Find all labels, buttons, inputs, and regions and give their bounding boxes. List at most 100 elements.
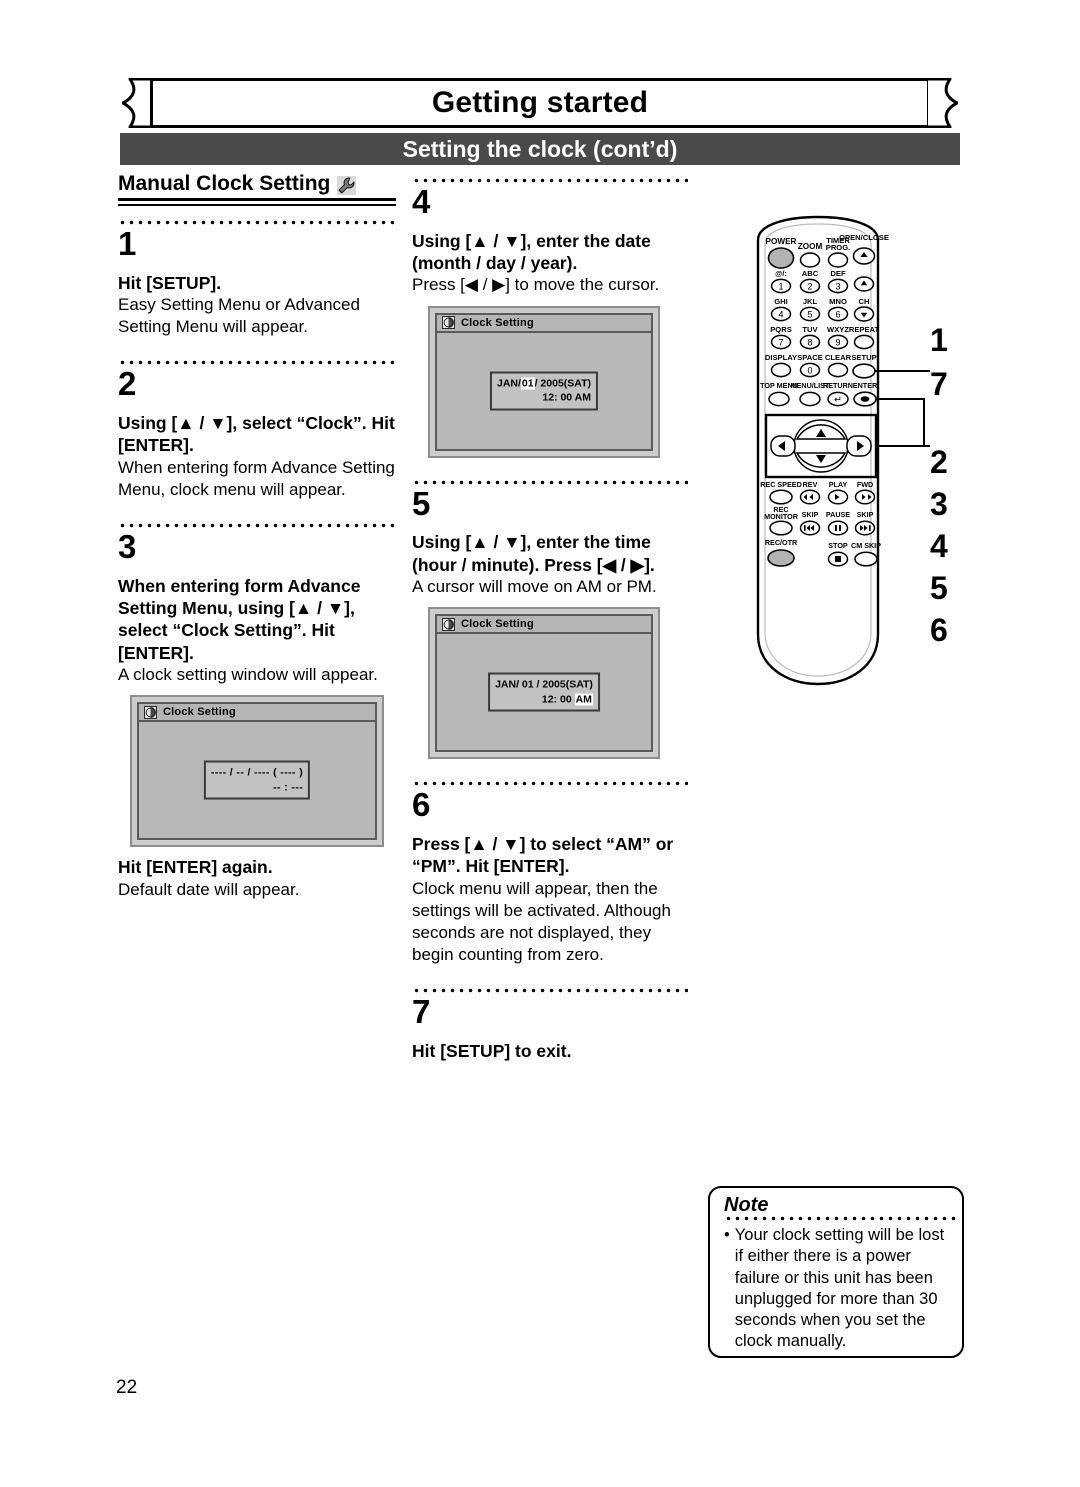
setup-button[interactable] [852, 363, 876, 379]
callout-2: 2 [930, 444, 948, 480]
callout-5: 5 [930, 570, 948, 606]
remote-label-play: PLAY [829, 480, 848, 489]
osd-date-post: / 2005(SAT) [534, 377, 592, 390]
remote-label-recotr: REC/OTR [765, 538, 798, 547]
step-number: 2 [118, 365, 137, 403]
remote-label-def: DEF [830, 269, 846, 278]
step-instruction: When entering form Advance Setting Menu,… [118, 575, 361, 663]
remote-key-3: 3 [835, 281, 840, 291]
osd-time-line: 12: 00 AM [495, 692, 593, 706]
dotted-separator [118, 522, 394, 528]
step-number: 6 [412, 786, 431, 824]
remote-label-stop: STOP [828, 541, 848, 550]
return-arrow-icon: ↵ [834, 395, 842, 406]
osd-date-line: JAN/01/ 2005(SAT) [497, 376, 591, 390]
osd-body: JAN/01/ 2005(SAT) 12: 00 AM [435, 332, 653, 451]
step-number: 5 [412, 484, 431, 522]
remote-label-space: SPACE [797, 353, 823, 362]
remote-label-return: RETURN [823, 381, 853, 390]
osd-clock-setting-window: Clock Setting JAN/01/ 2005(SAT) 12: 00 A… [428, 305, 660, 458]
osd-date-pre: JAN/ [496, 377, 521, 390]
banner-left-end [122, 78, 152, 128]
callout-4: 4 [930, 528, 948, 564]
stop-icon [835, 556, 841, 562]
page-banner: Getting started [122, 78, 958, 130]
left-column: Manual Clock Setting 1 Hit [SETUP]. Easy… [118, 172, 396, 901]
osd-date-pre: JAN/ 01 [495, 678, 534, 691]
remote-label-mno: MNO [829, 297, 847, 306]
osd-title: Clock Setting [461, 618, 534, 631]
page-title: Getting started [431, 86, 649, 119]
remote-key-5: 5 [807, 309, 812, 319]
note-dotted-rule [724, 1216, 956, 1221]
osd-body: JAN/ 01 / 2005(SAT) 12: 00 AM [435, 634, 653, 753]
wrench-icon [337, 175, 357, 195]
osd-date-line: ---- / -- / ---- ( ---- ) [210, 766, 304, 779]
osd-titlebar: Clock Setting [137, 702, 377, 723]
osd-titlebar: Clock Setting [435, 312, 653, 333]
remote-label-rev: REV [803, 480, 818, 489]
step-instruction-followup: Hit [ENTER] again. [118, 857, 273, 878]
manual-page: Getting started Setting the clock (cont’… [0, 0, 1080, 1487]
osd-title: Clock Setting [461, 316, 534, 329]
remote-label-power: POWER [766, 237, 797, 246]
remote-label-repeat: REPEAT [849, 325, 880, 334]
middle-column: 4 Using [▲ / ▼], enter the date (month /… [412, 178, 690, 1062]
osd-time-pre: 12: 00 [541, 693, 572, 706]
remote-label-display: DISPLAY [765, 353, 797, 362]
osd-titlebar: Clock Setting [435, 614, 653, 635]
bullet-icon: • [724, 1226, 730, 1244]
dotted-separator [412, 781, 688, 787]
remote-key-2: 2 [807, 281, 812, 291]
remote-key-8: 8 [807, 337, 812, 347]
osd-date-post: / 2005(SAT) [536, 678, 593, 691]
remote-label-monitor: MONITOR [764, 512, 799, 521]
clock-icon [144, 705, 157, 719]
remote-label-fwd: FWD [857, 480, 873, 489]
remote-label-wxyz: WXYZ [827, 325, 849, 334]
dotted-separator [118, 220, 394, 225]
step-number: 4 [412, 183, 431, 220]
note-content: • Your clock setting will be lost if eit… [724, 1225, 950, 1353]
manual-clock-setting-label: Manual Clock Setting [118, 172, 331, 195]
step-description: Clock menu will appear, then the setting… [412, 878, 671, 964]
section-title: Setting the clock (cont’d) [402, 135, 678, 162]
osd-time-pre: 12: 00 [542, 391, 573, 404]
heading-rule [118, 198, 396, 206]
remote-label-ghi: GHI [774, 297, 788, 306]
callout-6: 6 [930, 612, 948, 648]
remote-key-9: 9 [835, 337, 840, 347]
note-box: Note • Your clock setting will be lost i… [708, 1186, 964, 1358]
banner-right-end [928, 78, 958, 128]
remote-label-clear: CLEAR [825, 353, 852, 362]
step-number: 7 [412, 992, 431, 1030]
remote-key-1: 1 [778, 281, 783, 291]
remote-label-prog: PROG. [826, 243, 850, 252]
step-description: Press [◀ / ▶] to move the cursor. [412, 275, 660, 295]
callout-7: 7 [930, 366, 948, 402]
remote-label-recspeed: REC SPEED [760, 480, 802, 489]
osd-datetime-field: ---- / -- / ---- ( ---- ) -- : --- [203, 760, 311, 800]
remote-label-ch: CH [859, 297, 870, 306]
step-instruction: Hit [SETUP]. [118, 272, 222, 293]
remote-label-setup: SETUP [851, 353, 876, 362]
step-instruction: Using [▲ / ▼], select “Clock”. Hit [ENTE… [118, 412, 395, 456]
osd-time-line: -- : --- [273, 781, 304, 794]
remote-key-7: 7 [778, 337, 783, 347]
step-description: A cursor will move on AM or PM. [412, 576, 657, 596]
step-description-followup: Default date will appear. [118, 879, 300, 899]
remote-key-4: 4 [778, 309, 783, 319]
step-description: A clock setting window will appear. [118, 665, 378, 685]
step-instruction: Using [▲ / ▼], enter the date (month / d… [412, 230, 651, 274]
clock-icon [442, 316, 455, 330]
step-description: When entering form Advance Setting Menu,… [118, 457, 395, 499]
section-title-bar: Setting the clock (cont’d) [120, 133, 960, 165]
osd-body: ---- / -- / ---- ( ---- ) -- : --- [137, 722, 377, 841]
remote-label-pqrs: PQRS [770, 325, 792, 334]
osd-time-post: AM [574, 391, 592, 404]
step-number: 3 [118, 527, 137, 565]
callout-3: 3 [930, 486, 948, 522]
remote-label-tuv: TUV [802, 325, 818, 334]
step-instruction: Press [▲ / ▼] to select “AM” or “PM”. Hi… [412, 833, 674, 877]
remote-label-zoom: ZOOM [798, 242, 823, 251]
